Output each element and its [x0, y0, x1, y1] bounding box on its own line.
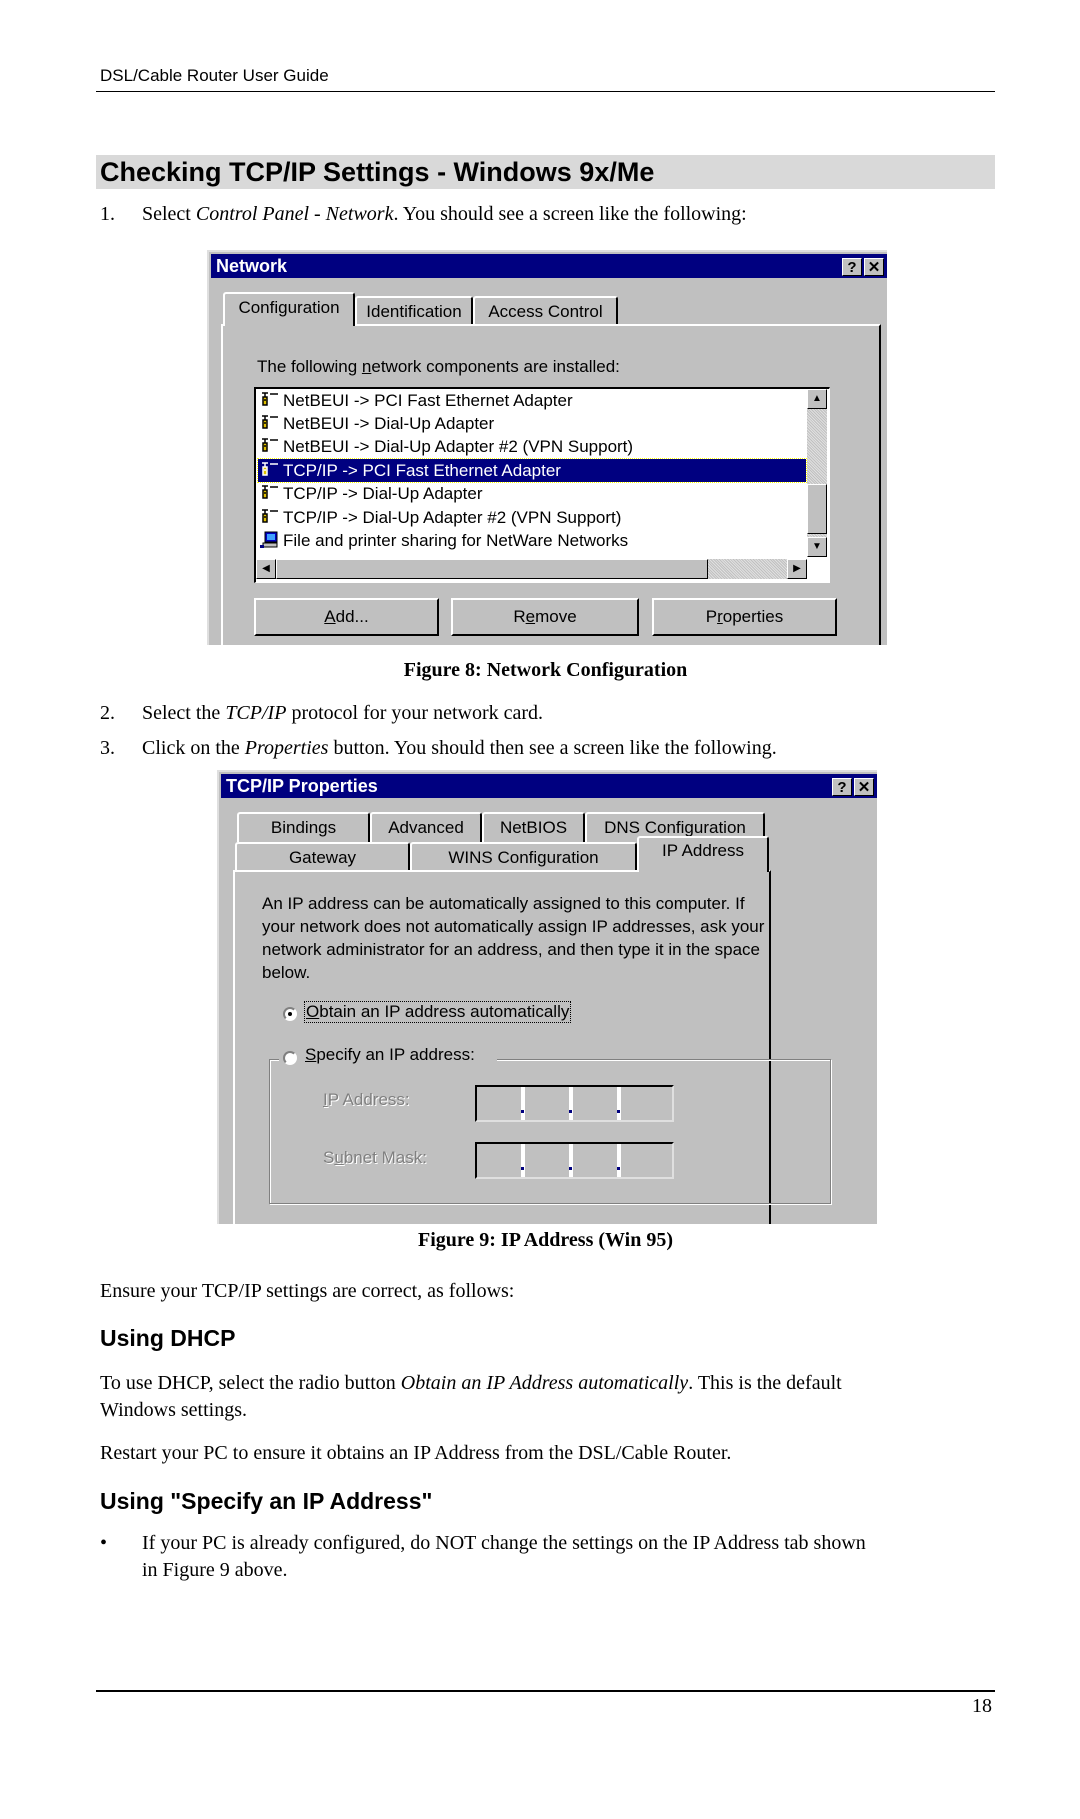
- components-listbox[interactable]: NetBEUI -> PCI Fast Ethernet Adapter Net…: [254, 387, 830, 583]
- title-bar: TCP/IP Properties ? ✕: [221, 774, 877, 798]
- page-number: 18: [972, 1695, 992, 1717]
- dhcp-paragraph: To use DHCP, select the radio button Obt…: [100, 1372, 842, 1421]
- footer-rule: [96, 1690, 995, 1692]
- tab-configuration[interactable]: Configuration: [223, 292, 355, 326]
- running-header: DSL/Cable Router User Guide: [100, 66, 329, 85]
- add-button[interactable]: Add...: [254, 598, 439, 636]
- ip-address-field[interactable]: [475, 1085, 674, 1122]
- specify-heading: Using "Specify an IP Address": [100, 1488, 433, 1514]
- scroll-left-icon[interactable]: ◀: [256, 559, 276, 579]
- network-protocol-icon: [262, 392, 278, 406]
- restart-paragraph: Restart your PC to ensure it obtains an …: [100, 1442, 732, 1464]
- step-number: 2.: [100, 702, 115, 724]
- network-protocol-icon: [262, 462, 278, 476]
- tab-bindings[interactable]: Bindings: [237, 812, 370, 842]
- components-label: The following network components are ins…: [257, 357, 620, 376]
- network-protocol-icon: [262, 509, 278, 523]
- ensure-paragraph: Ensure your TCP/IP settings are correct,…: [100, 1280, 515, 1302]
- tab-wins-configuration[interactable]: WINS Configuration: [410, 842, 637, 872]
- figure-9-caption: Figure 9: IP Address (Win 95): [417, 1229, 674, 1251]
- step-number: 1.: [100, 203, 115, 225]
- specify-ip-label[interactable]: Specify an IP address:: [305, 1045, 475, 1065]
- subnet-mask-label: Subnet Mask:: [323, 1148, 427, 1167]
- computer-service-icon: [260, 531, 278, 548]
- network-dialog: Network ? ✕ Configuration Identification…: [207, 250, 887, 645]
- specify-ip-groupbox: [269, 1059, 831, 1204]
- list-item-selected[interactable]: TCP/IP -> PCI Fast Ethernet Adapter: [257, 458, 807, 483]
- step-number: 3.: [100, 737, 115, 759]
- section-title: Checking TCP/IP Settings - Windows 9x/Me: [100, 157, 655, 187]
- step-text: Click on the Properties button. You shou…: [142, 737, 777, 759]
- list-item[interactable]: TCP/IP -> Dial-Up Adapter #2 (VPN Suppor…: [258, 506, 806, 529]
- figure-8-caption: Figure 8: Network Configuration: [403, 659, 688, 681]
- bullet-icon: •: [100, 1532, 108, 1554]
- list-item[interactable]: TCP/IP -> Dial-Up Adapter: [258, 482, 806, 505]
- tab-netbios[interactable]: NetBIOS: [482, 812, 585, 842]
- remove-button[interactable]: Remove: [451, 598, 639, 636]
- vertical-scroll-thumb[interactable]: [807, 484, 827, 534]
- step-text: Select Control Panel - Network. You shou…: [142, 203, 747, 225]
- scroll-down-icon[interactable]: ▼: [807, 537, 827, 557]
- network-protocol-icon: [262, 485, 278, 499]
- obtain-ip-label[interactable]: Obtain an IP address automatically: [303, 1001, 572, 1023]
- properties-button[interactable]: Properties: [652, 598, 837, 636]
- scroll-right-icon[interactable]: ▶: [787, 559, 807, 579]
- horizontal-scroll-thumb[interactable]: [276, 559, 708, 579]
- ip-description: An IP address can be automatically assig…: [262, 894, 765, 982]
- list-item[interactable]: NetBEUI -> Dial-Up Adapter: [258, 412, 806, 435]
- list-item[interactable]: NetBEUI -> PCI Fast Ethernet Adapter: [258, 389, 806, 412]
- dhcp-heading: Using DHCP: [100, 1325, 236, 1351]
- dialog-title: TCP/IP Properties: [226, 776, 378, 796]
- network-protocol-icon: [262, 415, 278, 429]
- help-icon[interactable]: ?: [832, 778, 852, 796]
- list-item[interactable]: NetBEUI -> Dial-Up Adapter #2 (VPN Suppo…: [258, 435, 806, 458]
- tab-gateway[interactable]: Gateway: [235, 842, 410, 872]
- specify-ip-radio[interactable]: [283, 1051, 297, 1065]
- tab-advanced[interactable]: Advanced: [370, 812, 482, 842]
- title-bar: Network ? ✕: [211, 254, 887, 278]
- network-protocol-icon: [262, 438, 278, 452]
- close-icon[interactable]: ✕: [854, 778, 874, 796]
- help-icon[interactable]: ?: [842, 258, 862, 276]
- tab-access-control[interactable]: Access Control: [473, 296, 618, 326]
- tab-identification[interactable]: Identification: [355, 296, 473, 326]
- tcpip-properties-dialog: TCP/IP Properties ? ✕ Bindings Advanced …: [217, 770, 877, 1224]
- ip-address-label: IP Address:: [323, 1090, 410, 1109]
- step-text: Select the TCP/IP protocol for your netw…: [142, 702, 544, 724]
- scroll-up-icon[interactable]: ▲: [807, 389, 827, 409]
- obtain-ip-radio[interactable]: [283, 1007, 297, 1021]
- header-rule: [96, 91, 995, 92]
- list-item[interactable]: File and printer sharing for NetWare Net…: [258, 529, 806, 552]
- close-icon[interactable]: ✕: [864, 258, 884, 276]
- dialog-title: Network: [216, 256, 288, 276]
- subnet-mask-field[interactable]: [475, 1142, 674, 1179]
- tab-ip-address[interactable]: IP Address: [637, 836, 769, 872]
